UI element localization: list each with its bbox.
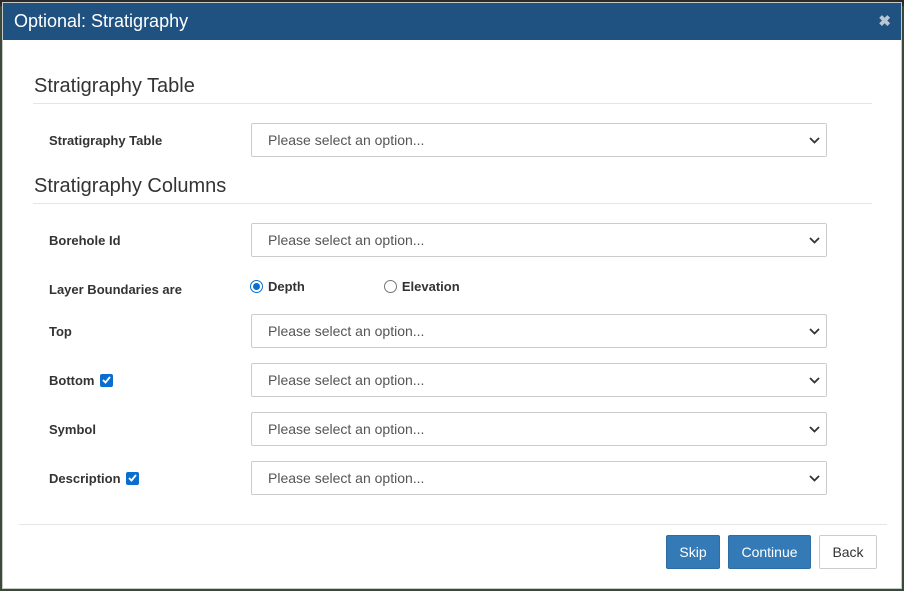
description-checkbox[interactable] <box>125 471 139 485</box>
label-text: Layer Boundaries are <box>49 281 182 297</box>
skip-button[interactable]: Skip <box>666 535 720 569</box>
select-value: Please select an option... <box>268 470 425 486</box>
section-heading-table: Stratigraphy Table <box>34 75 195 97</box>
select-symbol[interactable]: Please select an option... <box>251 412 827 446</box>
dialog-title: Optional: Stratigraphy <box>14 11 189 31</box>
select-description[interactable]: Please select an option... <box>251 461 827 495</box>
radio-elevation-label: Elevation <box>401 279 460 294</box>
label-strat-table: Stratigraphy Table <box>49 130 162 150</box>
select-value: Please select an option... <box>268 232 425 248</box>
chevron-down-icon <box>808 234 820 246</box>
stratigraphy-dialog: Optional: Stratigraphy ✖ Stratigraphy Ta… <box>2 2 902 589</box>
label-text: Stratigraphy Table <box>49 132 163 148</box>
radio-elevation[interactable]: Elevation <box>383 279 460 294</box>
select-value: Please select an option... <box>268 323 425 339</box>
radio-depth[interactable]: Depth <box>250 279 305 294</box>
footer-divider <box>19 524 887 525</box>
label-bottom: Bottom <box>49 370 113 390</box>
select-strat-table[interactable]: Please select an option... <box>251 123 827 157</box>
label-symbol: Symbol <box>49 419 96 439</box>
select-value: Please select an option... <box>268 421 425 437</box>
select-value: Please select an option... <box>268 132 425 148</box>
radio-depth-label: Depth <box>268 279 305 294</box>
radio-elevation-button[interactable] <box>383 280 397 293</box>
select-borehole-id[interactable]: Please select an option... <box>251 223 827 257</box>
dialog-titlebar: Optional: Stratigraphy ✖ <box>3 3 901 40</box>
chevron-down-icon <box>808 472 820 484</box>
radio-depth-button[interactable] <box>250 280 263 293</box>
select-value: Please select an option... <box>268 372 425 388</box>
label-layer-boundaries: Layer Boundaries are <box>49 279 182 299</box>
label-text: Top <box>49 323 72 339</box>
label-text: Symbol <box>49 421 96 437</box>
select-bottom[interactable]: Please select an option... <box>251 363 827 397</box>
chevron-down-icon <box>808 325 820 337</box>
label-text: Borehole Id <box>49 232 121 248</box>
layer-boundaries-radio-group: Depth Elevation <box>250 279 460 294</box>
section-divider <box>33 203 872 204</box>
section-divider <box>33 103 872 104</box>
close-icon[interactable]: ✖ <box>878 14 891 29</box>
bottom-checkbox[interactable] <box>99 373 113 387</box>
chevron-down-icon <box>808 134 820 146</box>
section-heading-columns: Stratigraphy Columns <box>34 175 227 197</box>
label-top: Top <box>49 321 72 341</box>
label-text: Bottom <box>49 372 95 388</box>
chevron-down-icon <box>808 423 820 435</box>
label-borehole-id: Borehole Id <box>49 230 121 250</box>
chevron-down-icon <box>808 374 820 386</box>
continue-button[interactable]: Continue <box>728 535 811 569</box>
label-description: Description <box>49 468 139 488</box>
back-button[interactable]: Back <box>819 535 877 569</box>
label-text: Description <box>49 470 121 486</box>
select-top[interactable]: Please select an option... <box>251 314 827 348</box>
